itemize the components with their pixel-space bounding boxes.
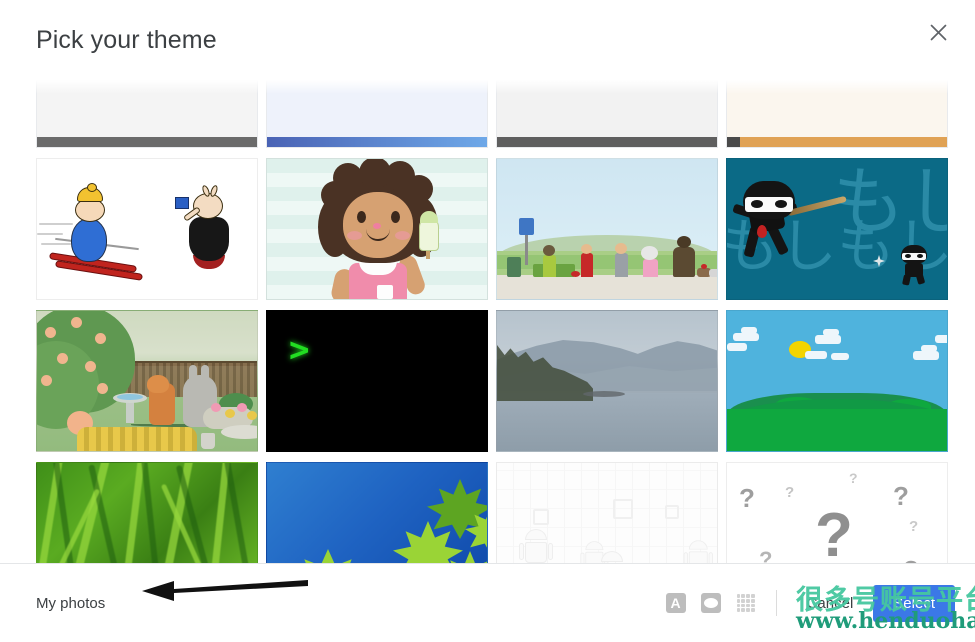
- theme-thumb-android-circuit[interactable]: [496, 462, 718, 563]
- question-mark-glyph: ?: [785, 484, 795, 501]
- theme-thumb-ninja-teal[interactable]: もしもし もし: [726, 158, 948, 300]
- theme-thumb-gray-partial[interactable]: [496, 80, 718, 148]
- theme-thumb-grass-closeup[interactable]: [36, 462, 258, 563]
- text-color-icon[interactable]: A: [665, 593, 686, 613]
- android-robot: [683, 540, 714, 563]
- footer-tool-icons: A: [665, 593, 756, 613]
- page-title: Pick your theme: [36, 25, 217, 54]
- theme-thumb-garden-fox[interactable]: [36, 310, 258, 452]
- question-mark-glyph: ?: [909, 518, 919, 535]
- theme-thumb-girl-ice-cream[interactable]: [266, 158, 488, 300]
- theme-thumb-terminal-green[interactable]: >: [266, 310, 488, 452]
- dialog-header: Pick your theme: [0, 0, 975, 80]
- question-mark-glyph: ?: [759, 547, 773, 564]
- cancel-button[interactable]: Cancel: [797, 587, 864, 620]
- close-icon[interactable]: [917, 11, 959, 53]
- background-shape-icon[interactable]: [700, 593, 721, 613]
- skier-figure: [37, 183, 144, 281]
- flag-figure: [175, 184, 245, 277]
- question-mark-glyph: ?: [815, 501, 853, 564]
- my-photos-button[interactable]: My photos: [36, 595, 105, 612]
- theme-thumb-cartoon-skier[interactable]: [36, 158, 258, 300]
- pick-theme-dialog: Pick your theme もしもし も > ? ? ? ? ? ? ? M…: [0, 0, 975, 642]
- terminal-prompt: >: [289, 330, 310, 370]
- text-color-glyph: A: [670, 595, 681, 611]
- theme-thumb-misty-lake[interactable]: [496, 310, 718, 452]
- dialog-footer: My photos A Cancel Select: [0, 563, 975, 642]
- theme-thumb-orange-partial[interactable]: [726, 80, 948, 148]
- android-robot: [519, 529, 555, 563]
- theme-thumb-blue-gradient-partial[interactable]: [266, 80, 488, 148]
- theme-grid-scroll-area[interactable]: もしもし もし: [0, 80, 975, 563]
- theme-thumb-dark-doc-partial[interactable]: [36, 80, 258, 148]
- footer-divider: [775, 590, 777, 616]
- question-mark-glyph: ?: [849, 470, 858, 486]
- theme-thumb-park-bus-stop[interactable]: [496, 158, 718, 300]
- select-button[interactable]: Select: [873, 584, 955, 622]
- theme-thumb-pixel-landscape[interactable]: [726, 310, 948, 452]
- kana-text-secondary: もし: [831, 159, 947, 245]
- footer-action-buttons: Cancel Select: [797, 584, 955, 622]
- question-mark-glyph: ?: [893, 481, 909, 511]
- android-robot: [597, 551, 631, 563]
- theme-grid: もしもし もし: [0, 80, 975, 563]
- theme-thumb-maple-leaves-sky[interactable]: [266, 462, 488, 563]
- more-options-grid-icon[interactable]: [736, 593, 756, 613]
- theme-thumb-question-marks[interactable]: ? ? ? ? ? ? ? ? ? ? ?: [726, 462, 948, 563]
- question-mark-glyph: ?: [739, 483, 755, 513]
- small-ninja: [899, 245, 927, 286]
